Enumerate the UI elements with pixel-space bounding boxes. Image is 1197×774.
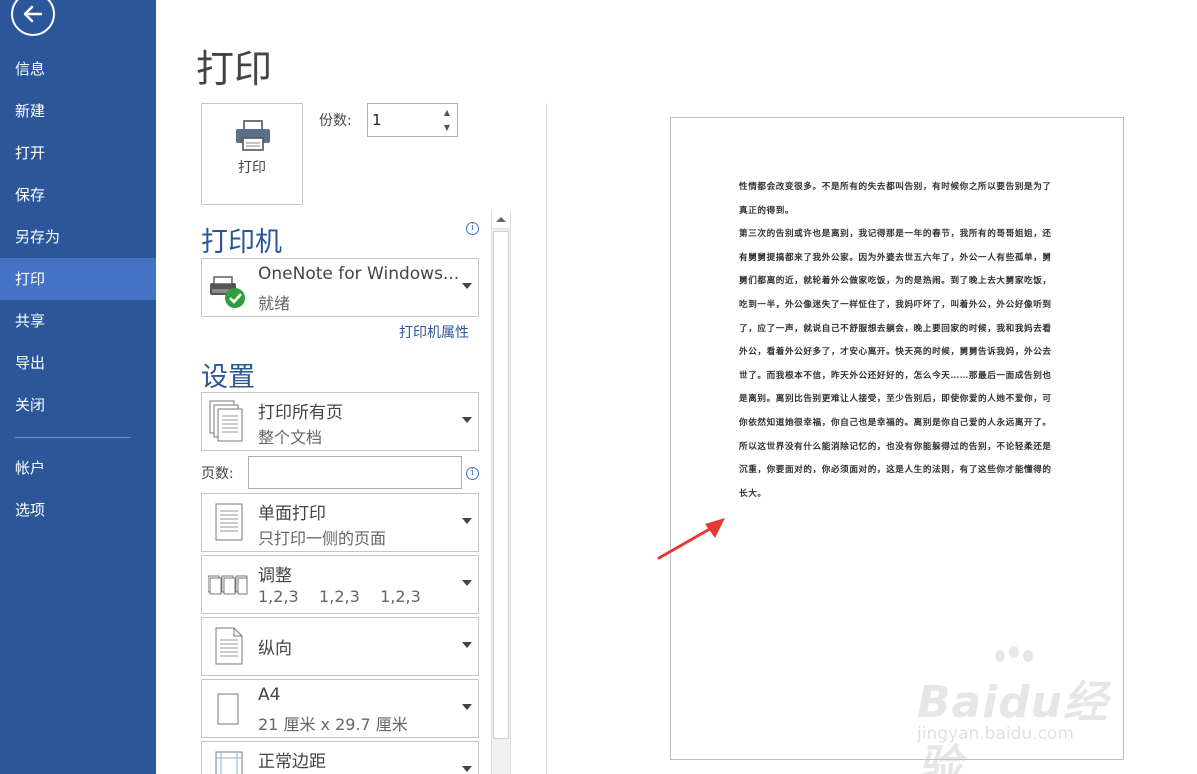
printer-ready-icon	[210, 276, 245, 308]
back-arrow-icon	[23, 5, 43, 23]
copies-label: 份数:	[319, 113, 352, 129]
annotation-arrow-icon	[657, 518, 725, 560]
preview-paragraph: 所以这世界没有什么能消除记忆的，也没有你能躲得过的告别，不论轻柔还是沉重，你要面…	[739, 441, 1052, 499]
nav-new[interactable]: 新建	[0, 90, 156, 132]
chevron-down-icon	[462, 704, 472, 710]
settings-scrollbar[interactable]	[491, 211, 511, 774]
orientation-title: 纵向	[258, 639, 292, 659]
page-title: 打印	[196, 47, 273, 91]
orientation-dropdown[interactable]: 纵向	[201, 617, 479, 676]
chevron-down-icon	[462, 580, 472, 586]
printer-section-title: 打印机	[201, 227, 282, 258]
copies-input[interactable]	[372, 109, 432, 131]
pages-info-icon[interactable]: i	[466, 467, 479, 480]
single-sided-icon	[215, 503, 243, 541]
printer-name: OneNote for Windows...	[258, 264, 460, 284]
paper-size-icon	[217, 693, 239, 725]
preview-text: 性情都会改变很多。不是所有的失去都叫告别，有时候你之所以要告别是为了真正的得到。…	[739, 176, 1059, 506]
nav-divider	[15, 437, 131, 438]
sides-title: 单面打印	[258, 504, 326, 524]
nav-account[interactable]: 帐户	[0, 447, 156, 489]
collate-title: 调整	[258, 566, 292, 586]
pages-label: 页数:	[201, 466, 234, 482]
sides-subtitle: 只打印一侧的页面	[258, 529, 387, 548]
print-button-label: 打印	[238, 160, 266, 176]
collate-dropdown[interactable]: 调整 1,2,3 1,2,3 1,2,3	[201, 555, 479, 614]
nav-open[interactable]: 打开	[0, 132, 156, 174]
printer-status: 就绪	[258, 294, 291, 313]
watermark-brand: Baidu经验	[917, 677, 1109, 774]
preview-paragraph: 第三次的告别或许也是离别，我记得那是一年的春节，我所有的哥哥姐姐，还有舅舅提搞都…	[739, 229, 1052, 428]
scrollbar-thumb[interactable]	[493, 231, 509, 739]
watermark-url: jingyan.baidu.com	[917, 724, 1074, 744]
printer-icon	[236, 120, 270, 151]
nav-print[interactable]: 打印	[0, 258, 156, 300]
paper-size-subtitle: 21 厘米 x 29.7 厘米	[258, 715, 408, 734]
nav-info[interactable]: 信息	[0, 48, 156, 90]
nav-save[interactable]: 保存	[0, 174, 156, 216]
print-range-title: 打印所有页	[258, 403, 343, 423]
print-button[interactable]: 打印	[201, 103, 303, 205]
nav-close[interactable]: 关闭	[0, 384, 156, 426]
printer-properties-link[interactable]: 打印机属性	[399, 322, 469, 342]
nav-save-as[interactable]: 另存为	[0, 216, 156, 258]
printer-info-icon[interactable]: i	[466, 222, 479, 235]
settings-section-title: 设置	[201, 362, 255, 393]
paper-size-title: A4	[258, 685, 281, 705]
chevron-down-icon	[462, 766, 472, 772]
paper-size-dropdown[interactable]: A4 21 厘米 x 29.7 厘米	[201, 679, 479, 738]
portrait-icon	[215, 627, 243, 665]
pages-stack-icon	[209, 400, 243, 442]
chevron-down-icon	[462, 642, 472, 648]
nav-share[interactable]: 共享	[0, 300, 156, 342]
print-range-dropdown[interactable]: 打印所有页 整个文档	[201, 392, 479, 451]
print-range-subtitle: 整个文档	[258, 428, 323, 447]
margins-title: 正常边距	[258, 752, 326, 772]
copies-down-icon[interactable]: ▼	[440, 121, 454, 134]
printer-dropdown[interactable]: OneNote for Windows... 就绪	[201, 258, 479, 317]
sides-dropdown[interactable]: 单面打印 只打印一侧的页面	[201, 493, 479, 552]
collate-subtitle: 1,2,3 1,2,3 1,2,3	[258, 587, 421, 606]
nav-export[interactable]: 导出	[0, 342, 156, 384]
margins-icon	[215, 751, 243, 774]
baidu-watermark: Baidu经验 jingyan.baidu.com	[905, 644, 1145, 774]
back-button[interactable]	[11, 0, 55, 36]
nav-options[interactable]: 选项	[0, 489, 156, 531]
pane-divider	[546, 103, 547, 774]
copies-up-icon[interactable]: ▲	[440, 106, 454, 119]
copies-stepper: ▲ ▼	[367, 103, 458, 137]
backstage-sidebar: 信息 新建 打开 保存 另存为 打印 共享 导出 关闭 帐户 选项	[0, 0, 156, 774]
chevron-down-icon	[462, 417, 472, 423]
scroll-up-icon[interactable]	[492, 211, 510, 229]
pages-input[interactable]	[248, 456, 462, 489]
collate-icon	[208, 575, 248, 595]
preview-paragraph: 性情都会改变很多。不是所有的失去都叫告别，有时候你之所以要告别是为了真正的得到。	[739, 182, 1052, 216]
margins-dropdown[interactable]: 正常边距	[201, 741, 479, 774]
chevron-down-icon	[462, 283, 472, 289]
chevron-down-icon	[462, 518, 472, 524]
